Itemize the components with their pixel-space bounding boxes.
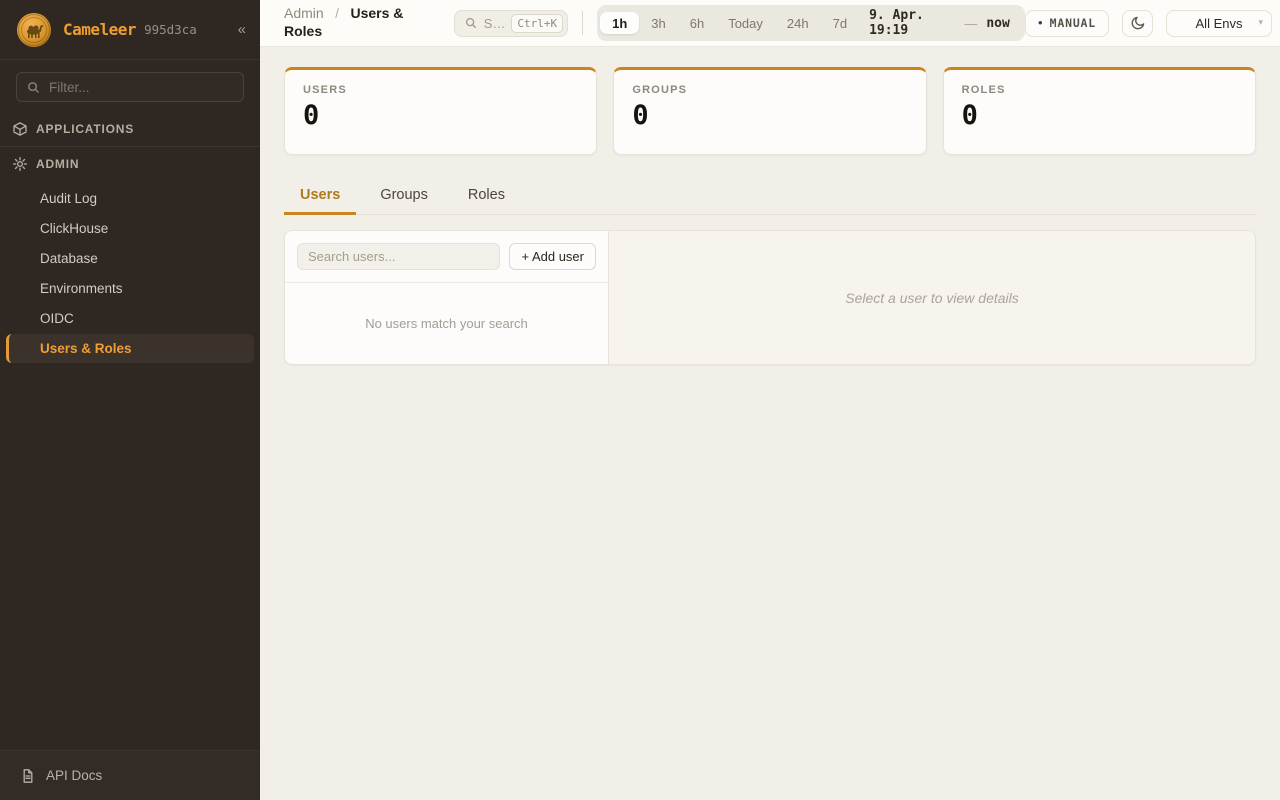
time-range-3h[interactable]: 3h: [639, 12, 677, 34]
add-user-button[interactable]: + Add user: [509, 243, 596, 270]
stat-value: 0: [962, 101, 1237, 131]
search-shortcut-badge: Ctrl+K: [511, 14, 563, 33]
sidebar-item-oidc[interactable]: OIDC: [6, 304, 254, 333]
cube-icon: [12, 121, 28, 137]
sidebar-item-users-roles[interactable]: Users & Roles: [6, 334, 254, 363]
app-title: Cameleer: [63, 20, 136, 39]
users-list-toolbar: + Add user: [285, 231, 608, 283]
environment-value: All Envs: [1196, 16, 1243, 31]
stat-card-groups: GROUPS 0: [613, 67, 926, 155]
environment-select[interactable]: All Envs ▾: [1166, 10, 1272, 37]
stat-label: USERS: [303, 84, 578, 96]
users-panel: + Add user No users match your search Se…: [284, 230, 1256, 365]
tab-roles[interactable]: Roles: [452, 181, 521, 215]
collapse-sidebar-button[interactable]: «: [238, 22, 246, 37]
divider: [582, 11, 583, 35]
sidebar-item-environments[interactable]: Environments: [6, 274, 254, 303]
gear-icon: [12, 156, 28, 172]
app-logo[interactable]: [16, 12, 52, 48]
time-range-24h[interactable]: 24h: [775, 12, 821, 34]
topbar: Admin / Users & Roles S… Ctrl+K 1h 3h 6h…: [260, 0, 1280, 47]
stat-cards-row: USERS 0 GROUPS 0 ROLES 0: [284, 67, 1256, 155]
tab-bar: Users Groups Roles: [284, 181, 1256, 215]
tab-users[interactable]: Users: [284, 181, 356, 215]
range-from: 9. Apr. 19:19: [869, 8, 955, 38]
chevron-down-icon: ▾: [1258, 17, 1263, 28]
stat-value: 0: [303, 101, 578, 131]
sidebar-section-applications[interactable]: APPLICATIONS: [0, 112, 260, 146]
date-range-display[interactable]: 9. Apr. 19:19 — now: [869, 8, 1010, 38]
time-range-7d[interactable]: 7d: [821, 12, 859, 34]
section-label: APPLICATIONS: [36, 122, 134, 136]
theme-toggle-button[interactable]: [1122, 10, 1153, 37]
main-column: Admin / Users & Roles S… Ctrl+K 1h 3h 6h…: [260, 0, 1280, 800]
detail-placeholder-message: Select a user to view details: [845, 290, 1019, 306]
sidebar-header: Cameleer 995d3ca «: [0, 0, 260, 60]
user-detail-pane: Select a user to view details: [609, 231, 1255, 364]
users-list-pane: + Add user No users match your search: [285, 231, 609, 364]
time-range-control: 1h 3h 6h Today 24h 7d 9. Apr. 19:19 — no…: [597, 5, 1025, 41]
stat-card-users: USERS 0: [284, 67, 597, 155]
time-range-6h[interactable]: 6h: [678, 12, 716, 34]
range-to: now: [986, 16, 1009, 31]
sidebar-filter: [0, 60, 260, 112]
admin-nav: Audit Log ClickHouse Database Environmen…: [0, 181, 260, 367]
content-area: USERS 0 GROUPS 0 ROLES 0 Users Groups Ro…: [260, 47, 1280, 800]
refresh-mode-button[interactable]: ● MANUAL: [1025, 10, 1109, 37]
empty-users-message: No users match your search: [365, 316, 528, 331]
sidebar-item-database[interactable]: Database: [6, 244, 254, 273]
topbar-right-cluster: ● MANUAL All Envs ▾: [1025, 10, 1272, 37]
stat-label: GROUPS: [632, 84, 907, 96]
search-users-input[interactable]: [297, 243, 500, 270]
stat-label: ROLES: [962, 84, 1237, 96]
api-docs-label: API Docs: [46, 768, 102, 783]
filter-box: [16, 72, 244, 102]
users-list-body: No users match your search: [285, 283, 608, 364]
document-icon: [20, 768, 36, 784]
stat-card-roles: ROLES 0: [943, 67, 1256, 155]
api-docs-link[interactable]: API Docs: [0, 750, 260, 800]
app-version: 995d3ca: [144, 22, 197, 37]
global-search-button[interactable]: S… Ctrl+K: [454, 10, 568, 37]
sidebar: Cameleer 995d3ca « APPLICATIONS ADMIN: [0, 0, 260, 800]
tab-groups[interactable]: Groups: [364, 181, 444, 215]
stat-value: 0: [632, 101, 907, 131]
sidebar-filter-input[interactable]: [49, 80, 234, 95]
search-icon: [26, 80, 41, 95]
range-separator: —: [964, 16, 977, 31]
moon-icon: [1130, 15, 1146, 31]
camel-coin-icon: [16, 12, 52, 48]
breadcrumb-admin[interactable]: Admin: [284, 5, 324, 21]
section-label: ADMIN: [36, 157, 79, 171]
search-placeholder: S…: [484, 16, 506, 31]
sidebar-item-audit-log[interactable]: Audit Log: [6, 184, 254, 213]
search-icon: [464, 16, 478, 30]
sidebar-section-admin[interactable]: ADMIN: [0, 147, 260, 181]
breadcrumb-separator: /: [335, 5, 339, 21]
time-range-1h[interactable]: 1h: [600, 12, 639, 34]
refresh-mode-label: MANUAL: [1050, 16, 1096, 30]
breadcrumb: Admin / Users & Roles: [284, 5, 440, 41]
time-range-today[interactable]: Today: [716, 12, 775, 34]
status-dot-icon: ●: [1038, 19, 1043, 27]
sidebar-item-clickhouse[interactable]: ClickHouse: [6, 214, 254, 243]
